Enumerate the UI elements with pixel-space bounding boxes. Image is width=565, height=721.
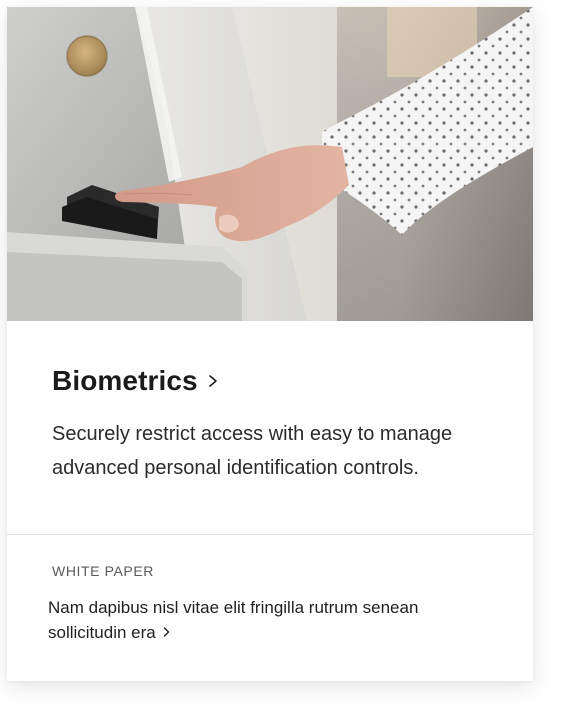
card-title-link[interactable]: Biometrics bbox=[52, 365, 219, 397]
card-footer: WHITE PAPER Nam dapibus nisl vitae elit … bbox=[7, 535, 533, 681]
content-card: Biometrics Securely restrict access with… bbox=[7, 7, 533, 681]
chevron-right-icon bbox=[163, 627, 169, 637]
card-hero-image bbox=[7, 7, 533, 321]
white-paper-link[interactable]: Nam dapibus nisl vitae elit fringilla ru… bbox=[48, 595, 448, 645]
card-title: Biometrics bbox=[52, 365, 198, 396]
card-description: Securely restrict access with easy to ma… bbox=[52, 423, 453, 479]
card-body: Biometrics Securely restrict access with… bbox=[7, 321, 533, 535]
white-paper-link-text: Nam dapibus nisl vitae elit fringilla ru… bbox=[48, 598, 419, 642]
chevron-right-icon bbox=[208, 375, 217, 387]
resource-type-label: WHITE PAPER bbox=[52, 563, 155, 579]
